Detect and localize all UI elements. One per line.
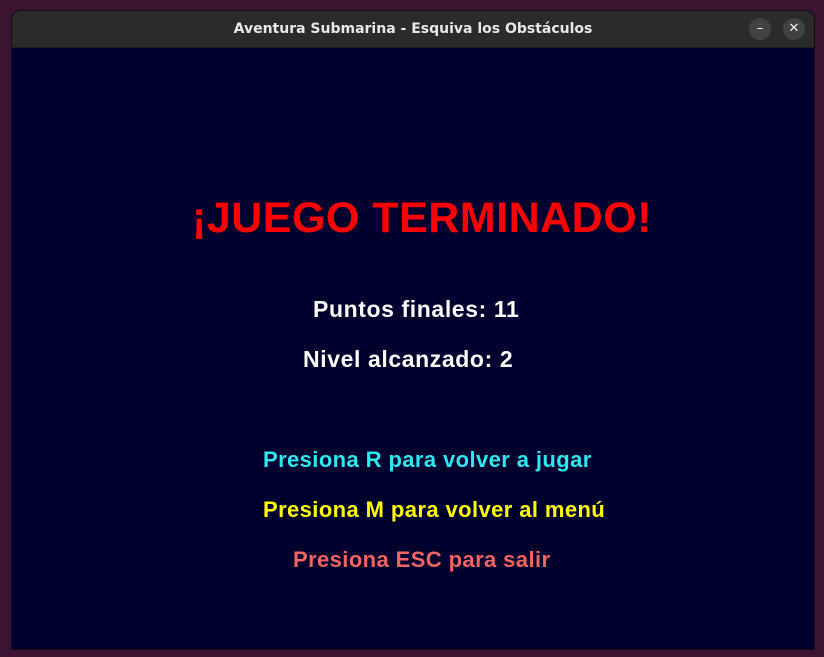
level-reached-text: Nivel alcanzado: 2 (303, 346, 514, 372)
minimize-button[interactable]: – (749, 18, 771, 40)
game-canvas[interactable]: ¡JUEGO TERMINADO! Puntos finales: 11 Niv… (12, 48, 814, 649)
window-title: Aventura Submarina - Esquiva los Obstácu… (233, 21, 593, 37)
app-window: Aventura Submarina - Esquiva los Obstácu… (12, 11, 814, 649)
quit-instruction: Presiona ESC para salir (293, 547, 551, 572)
final-score-text: Puntos finales: 11 (313, 296, 520, 322)
title-bar[interactable]: Aventura Submarina - Esquiva los Obstácu… (12, 11, 814, 48)
minimize-icon: – (756, 21, 764, 36)
menu-instruction: Presiona M para volver al menú (263, 497, 606, 522)
game-over-heading: ¡JUEGO TERMINADO! (192, 194, 652, 242)
close-button[interactable]: ✕ (783, 18, 805, 40)
close-icon: ✕ (788, 21, 800, 36)
restart-instruction: Presiona R para volver a jugar (263, 447, 592, 472)
